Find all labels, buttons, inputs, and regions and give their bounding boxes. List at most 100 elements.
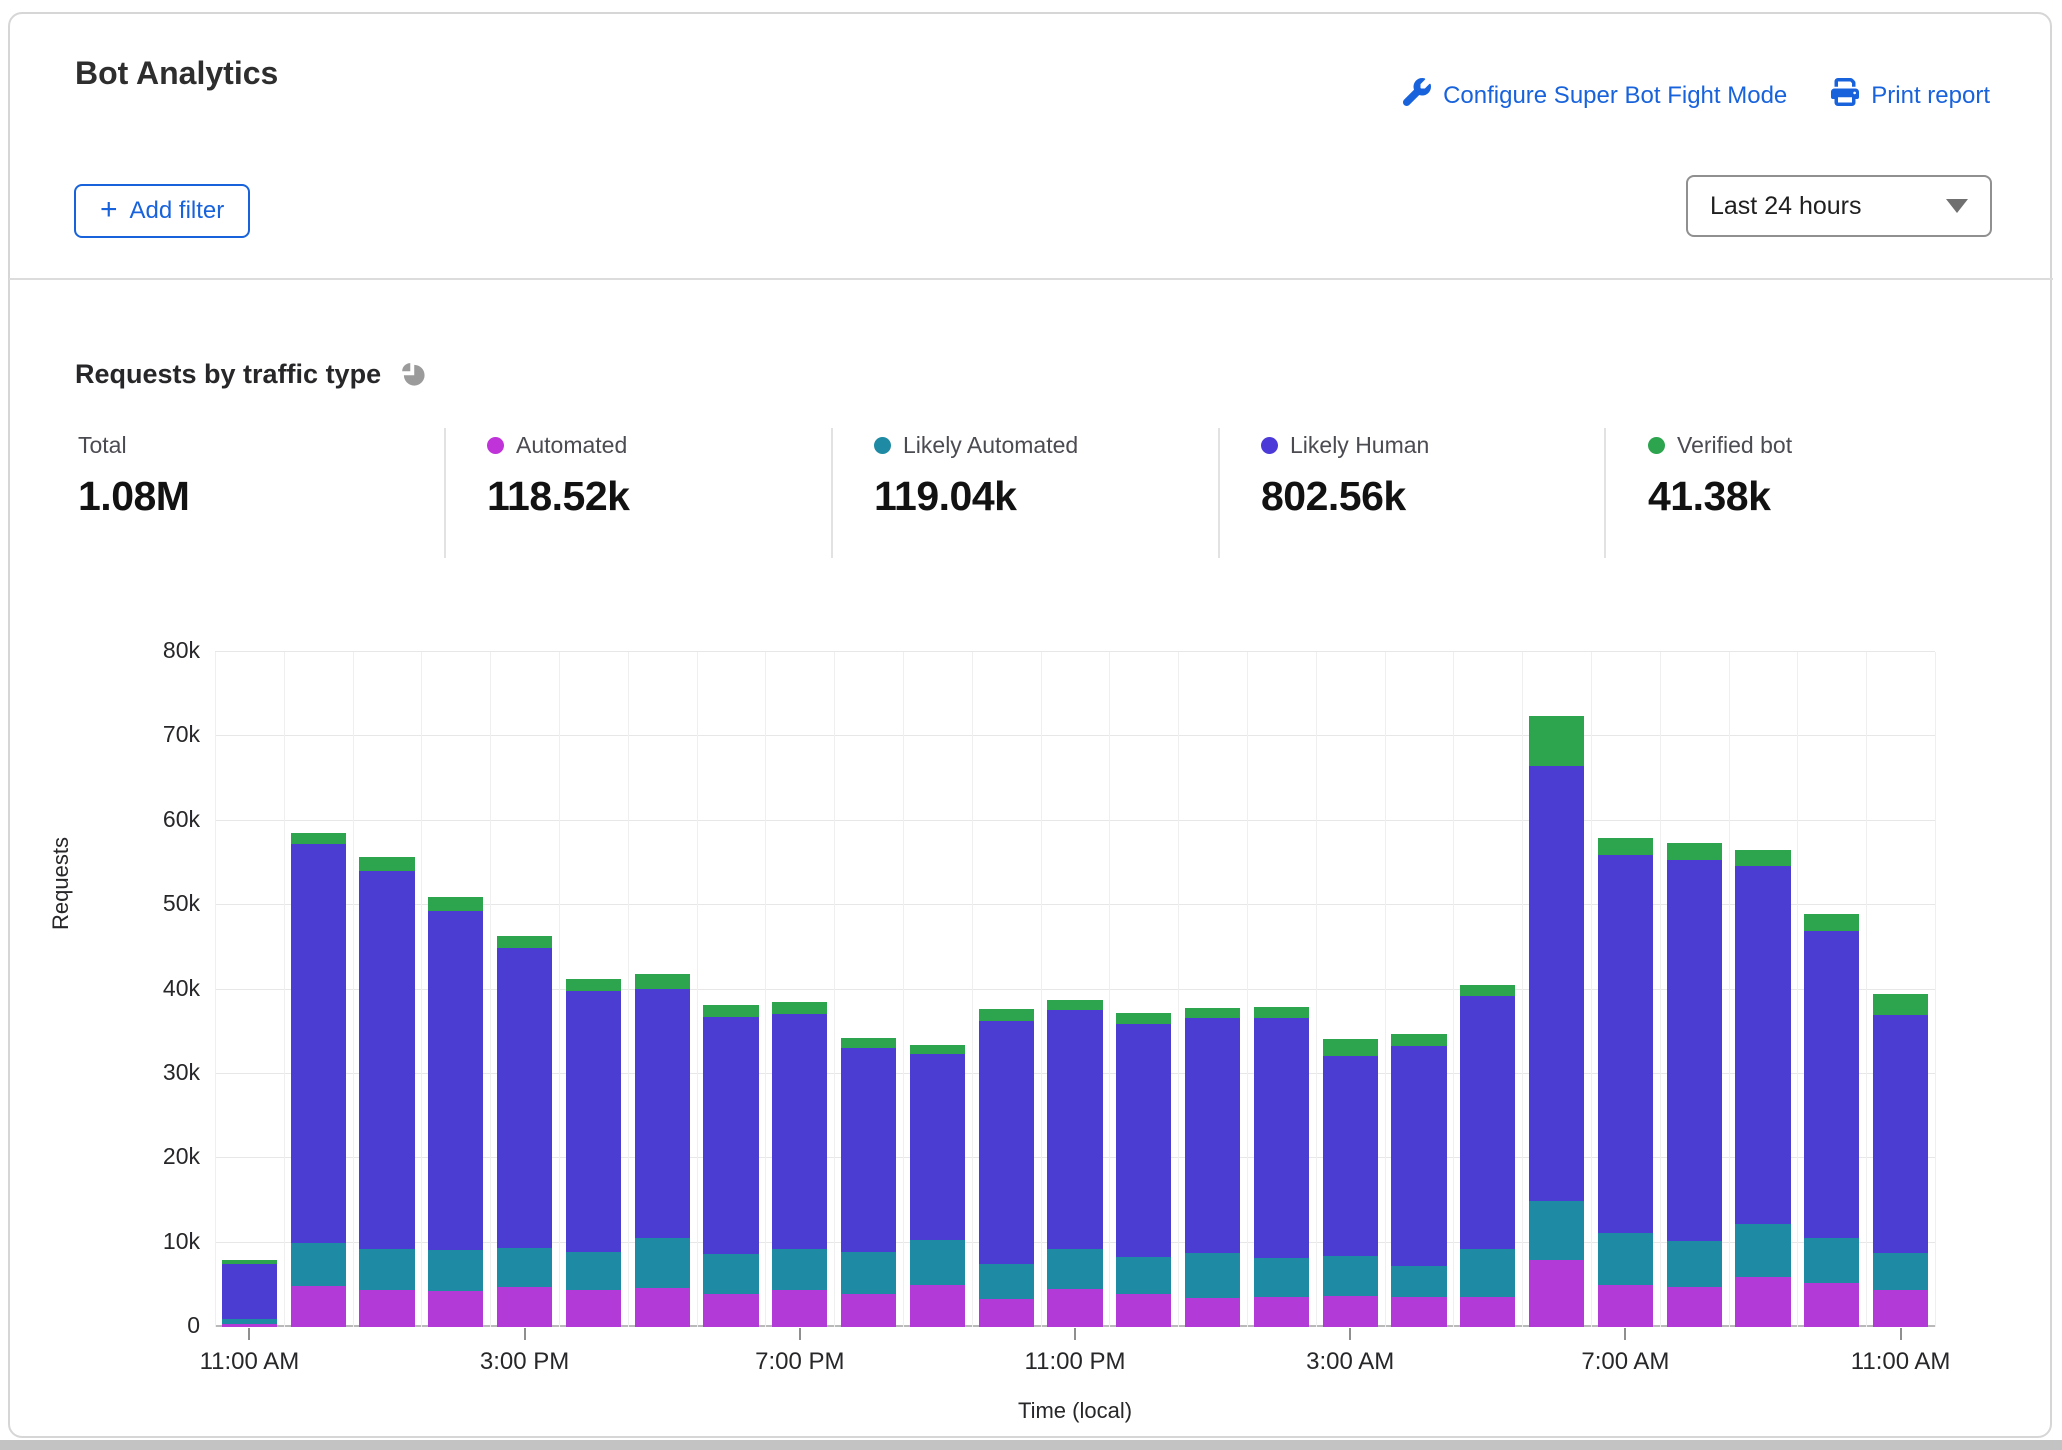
bar-segment[interactable]: [910, 1285, 965, 1327]
bar-segment[interactable]: [359, 871, 414, 1249]
bar-segment[interactable]: [1460, 985, 1515, 996]
bar-segment[interactable]: [1598, 1233, 1653, 1285]
bar-segment[interactable]: [1873, 1253, 1928, 1290]
bar-segment[interactable]: [1460, 996, 1515, 1248]
bar-segment[interactable]: [1047, 1289, 1102, 1327]
bar-segment[interactable]: [1185, 1253, 1240, 1299]
bar-segment[interactable]: [222, 1260, 277, 1263]
bar-segment[interactable]: [359, 1249, 414, 1290]
bar-segment[interactable]: [428, 1291, 483, 1327]
bar-segment[interactable]: [703, 1294, 758, 1327]
bar-segment[interactable]: [1873, 1015, 1928, 1253]
bar-segment[interactable]: [428, 897, 483, 911]
bar-segment[interactable]: [1873, 1290, 1928, 1327]
bar-segment[interactable]: [1391, 1034, 1446, 1046]
bar-segment[interactable]: [1735, 850, 1790, 866]
bar-segment[interactable]: [1667, 1241, 1722, 1287]
bar-segment[interactable]: [497, 1248, 552, 1288]
bar-segment[interactable]: [222, 1319, 277, 1324]
bar-segment[interactable]: [1667, 1287, 1722, 1327]
bar-segment[interactable]: [841, 1038, 896, 1047]
add-filter-button[interactable]: + Add filter: [74, 184, 250, 238]
bar-segment[interactable]: [910, 1045, 965, 1054]
bar-segment[interactable]: [841, 1252, 896, 1294]
bar-segment[interactable]: [1804, 1283, 1859, 1327]
bar-segment[interactable]: [1598, 1285, 1653, 1327]
bar-segment[interactable]: [841, 1294, 896, 1327]
bar-segment[interactable]: [1529, 1260, 1584, 1327]
bar-segment[interactable]: [1185, 1008, 1240, 1018]
bar-segment[interactable]: [291, 1243, 346, 1286]
bar-segment[interactable]: [1735, 1277, 1790, 1327]
bar-segment[interactable]: [1254, 1258, 1309, 1297]
print-report-link[interactable]: Print report: [1831, 78, 1990, 113]
bar-segment[interactable]: [1804, 931, 1859, 1237]
bar-segment[interactable]: [1804, 914, 1859, 932]
bar-segment[interactable]: [1254, 1018, 1309, 1258]
bar-segment[interactable]: [979, 1264, 1034, 1299]
bar-segment[interactable]: [772, 1249, 827, 1290]
bar-segment[interactable]: [1116, 1257, 1171, 1294]
bar-segment[interactable]: [1323, 1296, 1378, 1327]
bar-segment[interactable]: [359, 857, 414, 871]
bar-segment[interactable]: [910, 1240, 965, 1285]
bar-segment[interactable]: [1116, 1024, 1171, 1257]
bar-segment[interactable]: [841, 1048, 896, 1252]
bar-segment[interactable]: [1185, 1018, 1240, 1253]
bar-segment[interactable]: [291, 844, 346, 1243]
bar-segment[interactable]: [497, 936, 552, 949]
bar-segment[interactable]: [1804, 1238, 1859, 1284]
bar-segment[interactable]: [222, 1324, 277, 1327]
bar-segment[interactable]: [1323, 1256, 1378, 1296]
bar-segment[interactable]: [1667, 843, 1722, 861]
bar-segment[interactable]: [497, 948, 552, 1248]
bar-segment[interactable]: [1047, 1010, 1102, 1250]
bar-segment[interactable]: [703, 1005, 758, 1017]
bar-segment[interactable]: [910, 1054, 965, 1240]
bar-segment[interactable]: [1116, 1013, 1171, 1024]
bar-segment[interactable]: [703, 1254, 758, 1294]
bar-segment[interactable]: [1735, 866, 1790, 1224]
bar-segment[interactable]: [1460, 1249, 1515, 1297]
time-range-select[interactable]: Last 24 hours: [1686, 175, 1992, 237]
bar-segment[interactable]: [291, 1286, 346, 1327]
bar-segment[interactable]: [1460, 1297, 1515, 1327]
bar-segment[interactable]: [772, 1290, 827, 1327]
bar-segment[interactable]: [291, 833, 346, 844]
bar-segment[interactable]: [1667, 860, 1722, 1241]
bar-segment[interactable]: [566, 991, 621, 1252]
bar-segment[interactable]: [772, 1002, 827, 1014]
bar-segment[interactable]: [635, 974, 690, 988]
bar-segment[interactable]: [1873, 994, 1928, 1015]
bar-segment[interactable]: [1529, 716, 1584, 766]
bar-segment[interactable]: [1254, 1297, 1309, 1327]
bar-segment[interactable]: [1391, 1046, 1446, 1266]
bar-segment[interactable]: [359, 1290, 414, 1327]
bar-segment[interactable]: [1185, 1298, 1240, 1327]
bar-segment[interactable]: [566, 979, 621, 992]
bar-segment[interactable]: [1047, 1249, 1102, 1289]
bar-segment[interactable]: [428, 911, 483, 1250]
bar-segment[interactable]: [635, 1288, 690, 1327]
bar-segment[interactable]: [566, 1252, 621, 1290]
bar-segment[interactable]: [635, 1238, 690, 1289]
bar-segment[interactable]: [979, 1009, 1034, 1021]
bar-segment[interactable]: [1254, 1007, 1309, 1018]
bar-segment[interactable]: [635, 989, 690, 1238]
bar-segment[interactable]: [428, 1250, 483, 1291]
bar-segment[interactable]: [1047, 1000, 1102, 1010]
bar-segment[interactable]: [1529, 1201, 1584, 1260]
bar-segment[interactable]: [979, 1299, 1034, 1327]
bar-segment[interactable]: [1391, 1297, 1446, 1327]
bar-segment[interactable]: [1598, 855, 1653, 1233]
bar-segment[interactable]: [1529, 766, 1584, 1201]
bar-segment[interactable]: [566, 1290, 621, 1327]
bar-segment[interactable]: [497, 1287, 552, 1327]
bar-segment[interactable]: [772, 1014, 827, 1249]
configure-super-bot-fight-mode-link[interactable]: Configure Super Bot Fight Mode: [1403, 78, 1787, 113]
bar-segment[interactable]: [1323, 1039, 1378, 1056]
bar-segment[interactable]: [703, 1017, 758, 1255]
bar-segment[interactable]: [1735, 1224, 1790, 1277]
bar-segment[interactable]: [222, 1264, 277, 1320]
bar-segment[interactable]: [979, 1021, 1034, 1264]
